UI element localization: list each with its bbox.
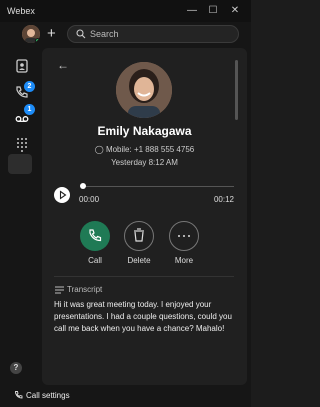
playback-knob[interactable] [80,183,86,189]
user-avatar[interactable] [22,25,40,43]
transcript-label: Transcript [67,285,103,294]
call-settings-button[interactable]: Call settings [26,391,70,400]
contact-name: Emily Nakagawa [97,124,192,138]
call-label: Call [88,256,102,265]
new-button[interactable]: + [47,25,56,43]
call-settings-icon [15,391,23,399]
play-button[interactable] [54,187,70,203]
presence-status-icon [35,38,40,43]
voicemail-badge: 1 [24,104,35,115]
contact-phone-number: Mobile: +1 888 555 4756 [105,145,195,154]
trash-icon [134,228,144,242]
title-bar: Webex — ☐ ✕ [0,0,251,22]
transcript-icon [55,286,64,294]
search-placeholder: Search [90,29,119,39]
phone-icon [89,229,102,242]
transcript-text: Hi it was great meeting today. I enjoyed… [54,300,232,333]
help-button[interactable]: ? [10,362,22,374]
duration-time: 00:12 [213,195,234,204]
scrollbar-thumb[interactable] [235,60,238,120]
voicemail-time: Yesterday 8:12 AM [111,158,178,167]
more-button[interactable] [169,221,199,251]
search-input[interactable]: Search [67,25,239,43]
call-button[interactable] [80,221,110,251]
delete-button[interactable] [124,221,154,251]
webex-window: Webex — ☐ ✕ + Search 2 1 ? ← Emily Nakag… [0,0,251,407]
app-name: Webex [7,6,35,16]
back-button[interactable]: ← [57,58,69,72]
playback-track[interactable] [82,186,234,187]
divider [54,276,234,277]
navigation-rail: 2 1 [0,46,42,407]
voicemail-detail-panel: ← Emily Nakagawa ◯ Mobile: +1 888 555 47… [42,48,247,385]
contact-photo [116,62,172,118]
contacts-icon[interactable] [14,58,30,74]
close-button[interactable]: ✕ [228,4,242,18]
mobile-icon: ◯ [94,145,104,154]
minimize-button[interactable]: — [185,4,199,18]
voicemail-selected-highlight [8,154,32,174]
more-label: More [174,256,194,265]
contact-avatar [116,62,172,118]
more-icon [178,235,190,237]
search-icon [76,29,86,39]
contact-phone: ◯ Mobile: +1 888 555 4756 [42,145,247,154]
elapsed-time: 00:00 [79,195,100,204]
delete-label: Delete [127,256,151,265]
calls-badge: 2 [24,81,35,92]
play-icon [59,190,67,200]
dialpad-icon[interactable] [14,136,30,152]
maximize-button[interactable]: ☐ [206,4,220,18]
